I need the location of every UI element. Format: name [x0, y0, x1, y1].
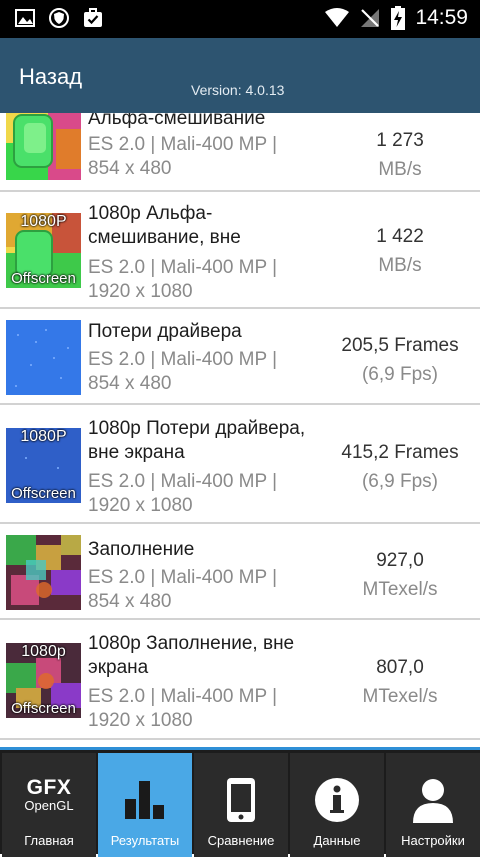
- briefcase-check-icon: [84, 8, 102, 27]
- tab-home[interactable]: GFX OpenGL Главная: [2, 753, 96, 857]
- test-unit: MB/s: [378, 255, 422, 276]
- test-score: 927,0: [376, 550, 424, 571]
- test-score: 415,2 Frames: [341, 442, 459, 463]
- fill-rate-thumbnail: [6, 535, 81, 610]
- no-signal-icon: [361, 9, 380, 27]
- status-bar: 14:59: [0, 0, 480, 38]
- back-button[interactable]: Назад: [19, 64, 82, 90]
- test-api: ES 2.0 | Mali-400 MP |: [88, 257, 278, 278]
- result-row[interactable]: 1080P Offscreen 1080p Потери драйвера, в…: [0, 407, 480, 524]
- test-name: 1080p Альфа-смешивание, вне: [88, 203, 241, 248]
- test-score: 1 273: [376, 130, 424, 151]
- tab-settings[interactable]: Настройки: [386, 753, 480, 857]
- alpha-blend-thumbnail: [6, 113, 81, 180]
- test-name: Потери драйвера: [88, 321, 242, 342]
- tab-label: Данные: [313, 833, 361, 848]
- thumb-caption-bottom: Offscreen: [11, 700, 76, 717]
- phone-icon: [227, 778, 255, 822]
- shield-icon: [49, 8, 69, 28]
- tab-compare[interactable]: Сравнение: [194, 753, 288, 857]
- thumb-caption-bottom: Offscreen: [11, 270, 76, 287]
- app-header: Назад Version: 4.0.13: [0, 38, 480, 113]
- result-row[interactable]: Потери драйвера ES 2.0 | Mali-400 MP | 8…: [0, 311, 480, 405]
- thumb-caption-top: 1080p: [21, 643, 66, 660]
- test-api: ES 2.0 | Mali-400 MP |: [88, 567, 278, 588]
- battery-charging-icon: [391, 6, 406, 30]
- test-name: 1080p Заполнение, вне экрана: [88, 633, 295, 678]
- test-api: ES 2.0 | Mali-400 MP |: [88, 134, 278, 155]
- thumb-caption-bottom: Offscreen: [11, 485, 76, 502]
- test-resolution: 854 x 480: [88, 591, 172, 612]
- version-label: Version: 4.0.13: [191, 82, 285, 98]
- clock: 14:59: [415, 6, 468, 29]
- tab-label: Главная: [24, 833, 74, 848]
- test-resolution: 854 x 480: [88, 373, 172, 394]
- test-score: 205,5 Frames: [341, 335, 459, 356]
- test-unit: (6,9 Fps): [361, 364, 439, 385]
- test-score: 1 422: [376, 226, 424, 247]
- result-row[interactable]: 1080P Offscreen 1080p Альфа-смешивание, …: [0, 192, 480, 309]
- thumb-caption-top: 1080P: [20, 428, 67, 445]
- test-resolution: 1920 x 1080: [88, 495, 193, 516]
- result-row[interactable]: Альфа-смешивание ES 2.0 | Mali-400 MP | …: [0, 113, 480, 192]
- tab-label: Результаты: [110, 833, 180, 848]
- test-resolution: 854 x 480: [88, 158, 172, 179]
- test-name: 1080p Потери драйвера, вне экрана: [88, 418, 306, 463]
- tab-info[interactable]: Данные: [290, 753, 384, 857]
- user-icon: [413, 779, 453, 823]
- wifi-icon: [325, 8, 350, 27]
- alpha-blend-offscreen-thumbnail: 1080P Offscreen: [6, 213, 81, 288]
- test-resolution: 1920 x 1080: [88, 710, 193, 731]
- gallery-icon: [15, 9, 35, 27]
- tab-label: Настройки: [401, 833, 465, 848]
- result-row[interactable]: Заполнение ES 2.0 | Mali-400 MP | 854 x …: [0, 526, 480, 620]
- test-score: 807,0: [376, 657, 424, 678]
- test-unit: MTexel/s: [362, 686, 438, 707]
- test-name: Альфа-смешивание: [88, 113, 266, 129]
- gfx-logo: GFX OpenGL: [24, 776, 74, 813]
- results-list[interactable]: Альфа-смешивание ES 2.0 | Mali-400 MP | …: [0, 113, 480, 747]
- driver-overhead-offscreen-thumbnail: 1080P Offscreen: [6, 428, 81, 503]
- bar-chart-icon: [125, 781, 164, 819]
- thumb-caption-top: 1080P: [20, 213, 67, 230]
- driver-overhead-thumbnail: [6, 320, 81, 395]
- test-api: ES 2.0 | Mali-400 MP |: [88, 686, 278, 707]
- test-unit: MB/s: [378, 159, 422, 180]
- tab-results[interactable]: Результаты: [98, 753, 192, 857]
- info-icon: [315, 778, 359, 822]
- test-name: Заполнение: [88, 539, 195, 560]
- test-unit: MTexel/s: [362, 579, 438, 600]
- test-api: ES 2.0 | Mali-400 MP |: [88, 471, 278, 492]
- test-api: ES 2.0 | Mali-400 MP |: [88, 349, 278, 370]
- test-unit: (6,9 Fps): [361, 471, 439, 492]
- result-row[interactable]: 1080p Offscreen 1080p Заполнение, вне эк…: [0, 622, 480, 740]
- tab-label: Сравнение: [207, 833, 275, 848]
- test-resolution: 1920 x 1080: [88, 281, 193, 302]
- bottom-nav: GFX OpenGL Главная Результаты Сравнение …: [0, 747, 480, 857]
- fill-rate-offscreen-thumbnail: 1080p Offscreen: [6, 643, 81, 718]
